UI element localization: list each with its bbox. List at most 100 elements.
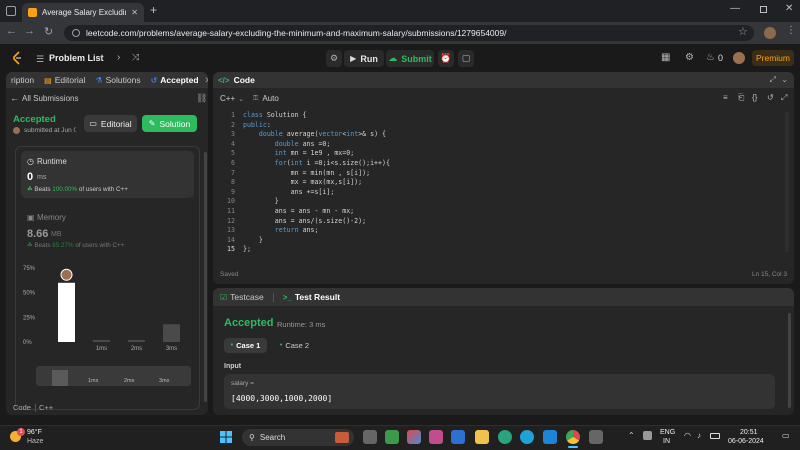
battery-icon[interactable] — [710, 433, 720, 439]
code-line[interactable]: 6 for(int i =0;i<s.size();i++){ — [213, 159, 390, 169]
reset-icon[interactable]: ↺ — [767, 93, 774, 102]
close-window-icon[interactable]: ✕ — [785, 3, 793, 14]
windows-start-icon[interactable] — [220, 431, 232, 443]
clock-date[interactable]: 06-06-2024 — [728, 438, 764, 445]
test-panel-scrollbar[interactable] — [788, 313, 791, 408]
share-link-icon[interactable]: ⛓ — [196, 93, 207, 104]
profile-avatar[interactable] — [764, 27, 776, 39]
app-extra-icon[interactable] — [589, 430, 603, 444]
code-line[interactable]: 2 public: — [213, 121, 271, 131]
code-line[interactable]: 10 } — [213, 197, 279, 207]
problem-list-link[interactable]: Problem List — [49, 53, 104, 63]
braces-icon[interactable]: {} — [752, 93, 757, 102]
all-submissions-link[interactable]: All Submissions — [22, 94, 78, 103]
leetcode-logo-icon[interactable] — [12, 51, 22, 65]
case-1-tab[interactable]: • Case 1 — [224, 338, 267, 353]
close-tab-icon[interactable]: ✕ — [131, 8, 138, 17]
tray-app-icon[interactable] — [643, 431, 652, 440]
timer-button[interactable]: ⏰ — [438, 50, 454, 67]
maximize-icon[interactable] — [760, 6, 767, 13]
wifi-icon[interactable]: ◠ — [684, 431, 691, 440]
code-editor[interactable]: 1 class Solution {2 public: 3 double averag… — [213, 111, 783, 261]
notification-icon[interactable]: ▭ — [782, 431, 790, 440]
fullscreen-icon[interactable]: ⤢ — [781, 93, 787, 103]
code-line[interactable]: 15}; — [213, 245, 251, 255]
code-brackets-icon: </> — [218, 75, 230, 85]
minimize-icon[interactable]: — — [730, 3, 740, 14]
bookmark-star-icon[interactable]: ☆ — [738, 25, 748, 38]
editorial-button[interactable]: ▭ Editorial — [84, 115, 137, 132]
app-store-icon[interactable] — [429, 430, 443, 444]
shuffle-icon[interactable]: ⤨ — [132, 52, 139, 63]
language-select[interactable]: C++ ⌄ — [220, 94, 244, 103]
forward-icon[interactable]: → — [24, 25, 35, 37]
chrome-icon[interactable] — [566, 430, 580, 444]
clock-time[interactable]: 20:51 — [740, 429, 758, 436]
code-line[interactable]: 13 return ans; — [213, 226, 318, 236]
tab-test-result[interactable]: >_ Test Result — [278, 289, 345, 305]
reload-icon[interactable]: ↻ — [44, 25, 53, 38]
tab-testcase[interactable]: ☑ Testcase — [218, 289, 269, 305]
language-indicator-1[interactable]: ENG — [660, 429, 675, 436]
code-line[interactable]: 4 double ans =0; — [213, 140, 330, 150]
code-line[interactable]: 7 mn = min(mn , s[i]); — [213, 169, 370, 179]
layout-icon[interactable]: ▦ — [661, 52, 670, 63]
next-problem-icon[interactable]: › — [117, 52, 120, 63]
code-line[interactable]: 11 ans = ans - mn - mx; — [213, 207, 354, 217]
editor-scrollbar[interactable] — [785, 112, 789, 252]
tab-search-icon[interactable] — [6, 6, 16, 16]
settings-gear-icon[interactable]: ⚙ — [685, 52, 694, 63]
expand-icon[interactable]: ⤢ — [770, 75, 776, 85]
user-avatar[interactable] — [733, 52, 745, 64]
volume-icon[interactable]: ♪ — [697, 431, 701, 440]
runtime-distribution-chart[interactable]: 75% 50% 25% 0% 1ms 2ms 3ms — [21, 260, 194, 360]
format-icon[interactable]: ≡ — [723, 93, 728, 102]
left-scrollbar[interactable] — [204, 152, 207, 402]
new-tab-icon[interactable]: + — [150, 3, 157, 17]
app-gem-icon[interactable] — [407, 430, 421, 444]
tray-chevron-icon[interactable]: ⌃ — [628, 431, 635, 440]
back-icon[interactable]: ← — [6, 25, 17, 37]
streak-fire-icon[interactable]: ♨ — [706, 52, 715, 63]
submit-button[interactable]: ☁ Submit — [386, 50, 434, 67]
notes-button[interactable]: ▢ — [458, 50, 474, 67]
file-explorer-icon[interactable] — [475, 430, 489, 444]
task-view-icon[interactable] — [363, 430, 377, 444]
code-line[interactable]: 5 int mn = 1e9 , mx=0; — [213, 149, 354, 159]
code-line[interactable]: 9 ans +=s[i]; — [213, 188, 334, 198]
tab-solutions[interactable]: ⚗ Solutions — [90, 72, 145, 88]
edge-browser-icon[interactable] — [520, 430, 534, 444]
problem-list-icon[interactable]: ☰ — [36, 54, 44, 65]
code-line[interactable]: 12 ans = ans/(s.size()-2); — [213, 217, 366, 227]
solution-button[interactable]: ✎ Solution — [142, 115, 197, 132]
run-button[interactable]: ▶ Run — [344, 50, 384, 67]
language-indicator-2[interactable]: IN — [663, 438, 670, 445]
code-line[interactable]: 3 double average(vector<int>& s) { — [213, 130, 386, 140]
premium-button[interactable]: Premium — [752, 50, 794, 66]
site-info-icon[interactable] — [72, 29, 80, 37]
code-line[interactable]: 8 mx = max(mx,s[i]); — [213, 178, 362, 188]
taskbar-search[interactable]: ⚲ Search — [242, 429, 354, 446]
close-tab-icon[interactable]: ✕ — [205, 75, 208, 86]
vscode-icon[interactable] — [543, 430, 557, 444]
tab-editorial[interactable]: ▤ Editorial — [39, 72, 90, 88]
tab-description[interactable]: ription — [6, 72, 39, 88]
tab-accepted[interactable]: ↺ Accepted ✕ — [146, 72, 208, 88]
more-icon[interactable]: ⌄ — [781, 75, 788, 84]
vertical-splitter[interactable] — [209, 72, 212, 415]
browser-menu-icon[interactable]: ⋮ — [786, 25, 796, 36]
app-green-icon[interactable] — [385, 430, 399, 444]
case-2-tab[interactable]: • Case 2 — [273, 338, 316, 353]
app-photos-icon[interactable] — [451, 430, 465, 444]
prev-problem-icon[interactable]: ‹ — [100, 52, 103, 63]
bookmark-icon[interactable]: ⎗ — [738, 93, 744, 103]
edge-browser-icon[interactable] — [498, 430, 512, 444]
distribution-minimap[interactable]: 1ms 2ms 3ms — [36, 366, 191, 386]
back-arrow-icon[interactable]: ← — [10, 93, 19, 103]
url-field[interactable]: leetcode.com/problems/average-salary-exc… — [64, 25, 754, 41]
auto-mode-toggle[interactable]: ⚿ Auto — [253, 94, 279, 103]
code-line[interactable]: 1 class Solution { — [213, 111, 307, 121]
browser-tab[interactable]: Average Salary Excluding the M ✕ — [22, 3, 144, 22]
code-line[interactable]: 14 } — [213, 236, 263, 246]
debug-button[interactable]: ⚙ — [326, 50, 342, 67]
